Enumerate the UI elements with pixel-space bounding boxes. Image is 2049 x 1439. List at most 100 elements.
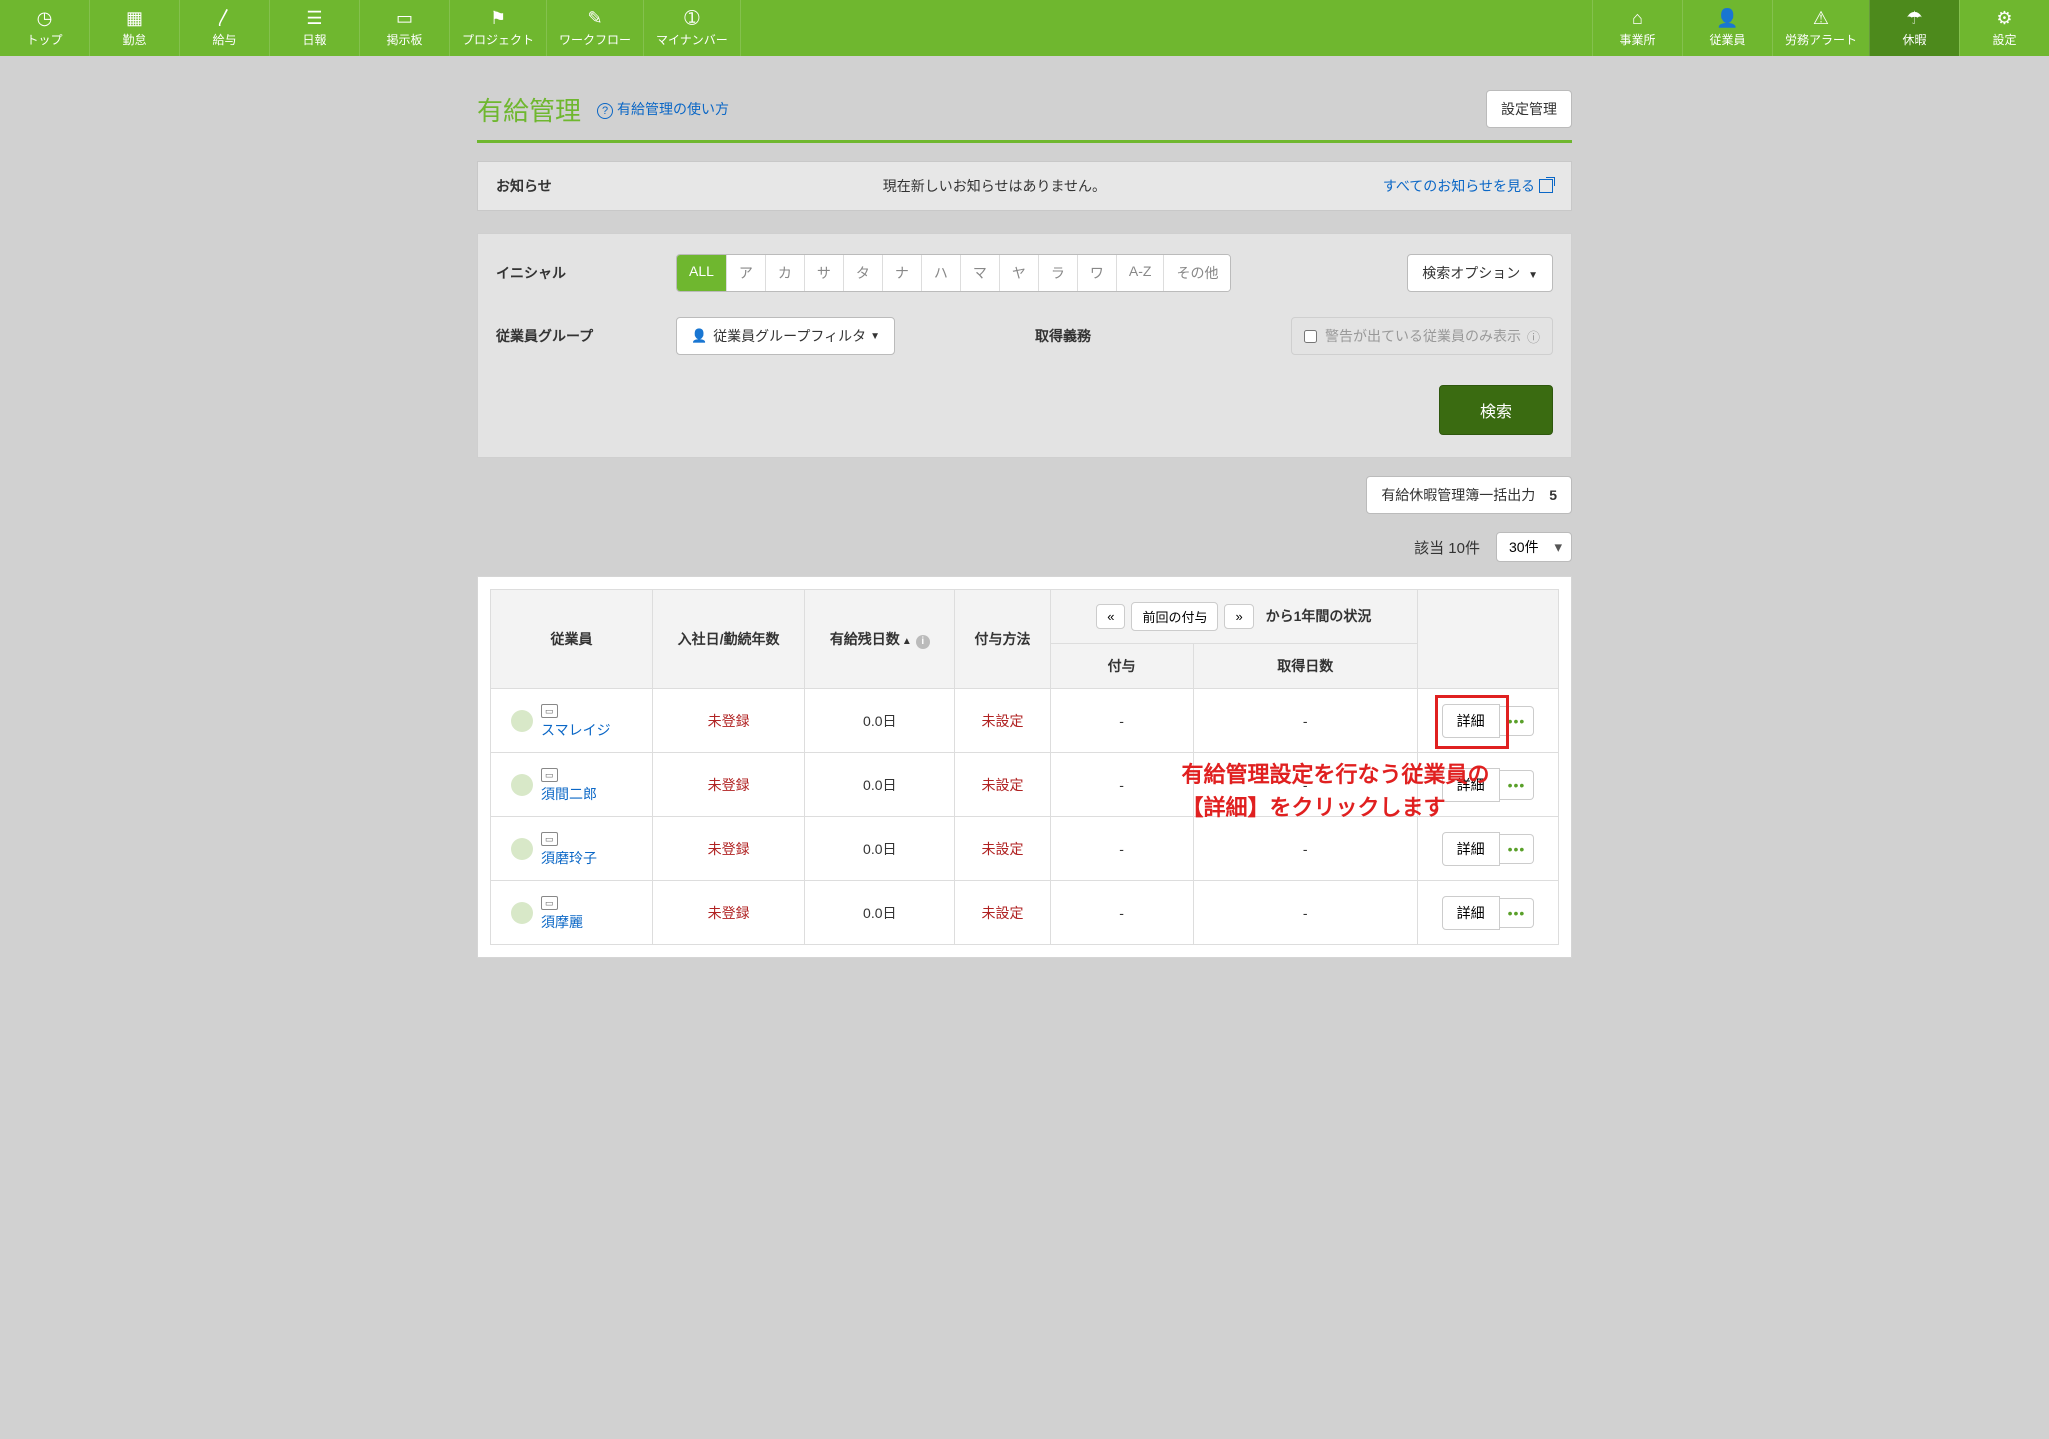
employee-badge-icon: ▭ [541, 704, 558, 718]
hit-count-label: 該当 10件 [1414, 537, 1480, 558]
bulk-export-count: 5 [1549, 487, 1557, 503]
nav-item-vacation[interactable]: ☂休暇 [1869, 0, 1959, 56]
page-container: 有給管理 ?有給管理の使い方 設定管理 お知らせ 現在新しいお知らせはありません… [477, 56, 1572, 988]
th-taken: 取得日数 [1193, 644, 1417, 689]
top-icon: ◷ [37, 9, 53, 27]
workflow-icon: ✎ [587, 9, 602, 27]
cell-hire: 未登録 [652, 689, 804, 753]
nav-item-daily[interactable]: ☰日報 [270, 0, 360, 56]
th-year-status: « 前回の付与 » から1年間の状況 [1050, 590, 1417, 644]
cell-method: 未設定 [955, 689, 1050, 753]
more-actions-button[interactable]: ••• [1500, 898, 1535, 928]
th-remaining[interactable]: 有給残日数▲i [805, 590, 955, 689]
cell-employee: ▭須磨玲子 [491, 817, 653, 881]
employee-name-link[interactable]: 須間二郎 [541, 784, 597, 804]
employee-name-link[interactable]: 須磨玲子 [541, 848, 597, 868]
nav-item-office[interactable]: ⌂事業所 [1592, 0, 1682, 56]
prev-grant-button-prev[interactable]: « [1096, 604, 1125, 629]
warning-only-checkbox[interactable] [1304, 330, 1317, 343]
search-options-button[interactable]: 検索オプション ▼ [1407, 254, 1553, 292]
initial-tabs: ALLアカサタナハマヤラワA-Zその他 [676, 254, 1231, 292]
cell-hire: 未登録 [652, 817, 804, 881]
th-hire-tenure: 入社日/勤続年数 [652, 590, 804, 689]
avatar-icon [511, 902, 533, 924]
filter-panel: イニシャル ALLアカサタナハマヤラワA-Zその他 検索オプション ▼ 従業員グ… [477, 233, 1572, 458]
nav-left: ◷ トップ ▦ 勤怠 〳給与☰日報▭掲示板⚑プロジェクト✎ワークフロー ➀ マイナンバー [0, 0, 741, 56]
avatar-icon [511, 838, 533, 860]
nav-item-employees[interactable]: 👤従業員 [1682, 0, 1772, 56]
cell-remaining: 0.0日 [805, 689, 955, 753]
initial-tab-ワ[interactable]: ワ [1078, 255, 1117, 291]
employee-name-link[interactable]: スマレイジ [541, 720, 611, 740]
search-button[interactable]: 検索 [1439, 385, 1553, 435]
employee-group-filter-button[interactable]: 👤 従業員グループフィルタ ▼ [676, 317, 895, 355]
nav-label: 設定 [1992, 31, 2016, 48]
nav-label: プロジェクト [462, 31, 534, 48]
caret-down-icon: ▼ [870, 331, 880, 342]
initial-tab-A-Z[interactable]: A-Z [1117, 255, 1165, 291]
detail-button[interactable]: 詳細 [1442, 896, 1500, 930]
nav-item-project[interactable]: ⚑プロジェクト [450, 0, 547, 56]
result-info: 該当 10件 30件 [477, 532, 1572, 562]
person-icon: 👤 [691, 328, 707, 344]
filter-row-initial: イニシャル ALLアカサタナハマヤラワA-Zその他 検索オプション ▼ [496, 254, 1553, 292]
help-link[interactable]: ?有給管理の使い方 [597, 99, 729, 119]
filter-row-group: 従業員グループ 👤 従業員グループフィルタ ▼ 取得義務 警告が出ている従業員の… [496, 317, 1553, 355]
nav-item-attendance[interactable]: ▦ 勤怠 [90, 0, 180, 56]
initial-tab-ALL[interactable]: ALL [677, 255, 727, 291]
initial-tab-その他[interactable]: その他 [1164, 255, 1230, 291]
employee-name-link[interactable]: 須摩麗 [541, 912, 583, 932]
initial-tab-サ[interactable]: サ [805, 255, 844, 291]
nav-label: 日報 [302, 31, 326, 48]
mynumber-icon: ➀ [684, 9, 699, 27]
th-year-status-suffix: から1年間の状況 [1266, 608, 1372, 624]
nav-item-labor-alert[interactable]: ⚠労務アラート [1772, 0, 1869, 56]
settings-icon: ⚙ [1996, 9, 2012, 27]
initial-tab-ラ[interactable]: ラ [1039, 255, 1078, 291]
nav-item-top[interactable]: ◷ トップ [0, 0, 90, 56]
warning-only-filter[interactable]: 警告が出ている従業員のみ表示 ⓘ [1291, 317, 1553, 355]
search-options: 検索オプション ▼ [1407, 254, 1553, 292]
info-icon: i [916, 635, 930, 649]
bulk-export-label: 有給休暇管理簿一括出力 [1381, 487, 1535, 503]
detail-button[interactable]: 詳細 [1442, 832, 1500, 866]
initial-tab-マ[interactable]: マ [961, 255, 1000, 291]
cell-remaining: 0.0日 [805, 881, 955, 945]
nav-item-salary[interactable]: 〳給与 [180, 0, 270, 56]
group-filter-label: 従業員グループフィルタ [713, 326, 866, 346]
notice-link-text: すべてのお知らせを見る [1383, 176, 1535, 196]
nav-item-settings[interactable]: ⚙ 設定 [1959, 0, 2049, 56]
initial-tab-ナ[interactable]: ナ [883, 255, 922, 291]
search-button-row: 検索 [496, 385, 1553, 435]
nav-item-mynumber[interactable]: ➀ マイナンバー [644, 0, 741, 56]
bulk-export-button[interactable]: 有給休暇管理簿一括出力 5 [1366, 476, 1572, 514]
nav-item-board[interactable]: ▭掲示板 [360, 0, 450, 56]
nav-label: 休暇 [1902, 31, 1926, 48]
per-page-select[interactable]: 30件 [1496, 532, 1572, 562]
nav-label: 掲示板 [386, 31, 422, 48]
cell-taken: - [1193, 881, 1417, 945]
cell-method: 未設定 [955, 817, 1050, 881]
initial-tab-タ[interactable]: タ [844, 255, 883, 291]
more-actions-button[interactable]: ••• [1500, 770, 1535, 800]
initial-tab-カ[interactable]: カ [766, 255, 805, 291]
table-row: ▭須摩麗未登録0.0日未設定--詳細••• [491, 881, 1559, 945]
employee-badge-icon: ▭ [541, 768, 558, 782]
annotation-text: 有給管理設定を行なう従業員の 【詳細】をクリックします [1182, 758, 1490, 824]
nav-label: 従業員 [1709, 31, 1745, 48]
settings-manage-button[interactable]: 設定管理 [1486, 90, 1572, 128]
more-actions-button[interactable]: ••• [1500, 834, 1535, 864]
attendance-icon: ▦ [126, 9, 143, 27]
notice-all-link[interactable]: すべてのお知らせを見る [1383, 176, 1553, 196]
prev-grant-button-next[interactable]: » [1224, 604, 1253, 629]
cell-hire: 未登録 [652, 881, 804, 945]
nav-label: 勤怠 [122, 31, 146, 48]
initial-tab-ハ[interactable]: ハ [922, 255, 961, 291]
prev-grant-button[interactable]: 前回の付与 [1131, 602, 1218, 631]
table-row: ▭須磨玲子未登録0.0日未設定--詳細••• [491, 817, 1559, 881]
nav-label: トップ [26, 31, 62, 48]
initial-tab-ヤ[interactable]: ヤ [1000, 255, 1039, 291]
initial-tab-ア[interactable]: ア [727, 255, 766, 291]
nav-item-workflow[interactable]: ✎ワークフロー [547, 0, 644, 56]
nav-label: マイナンバー [656, 31, 728, 48]
